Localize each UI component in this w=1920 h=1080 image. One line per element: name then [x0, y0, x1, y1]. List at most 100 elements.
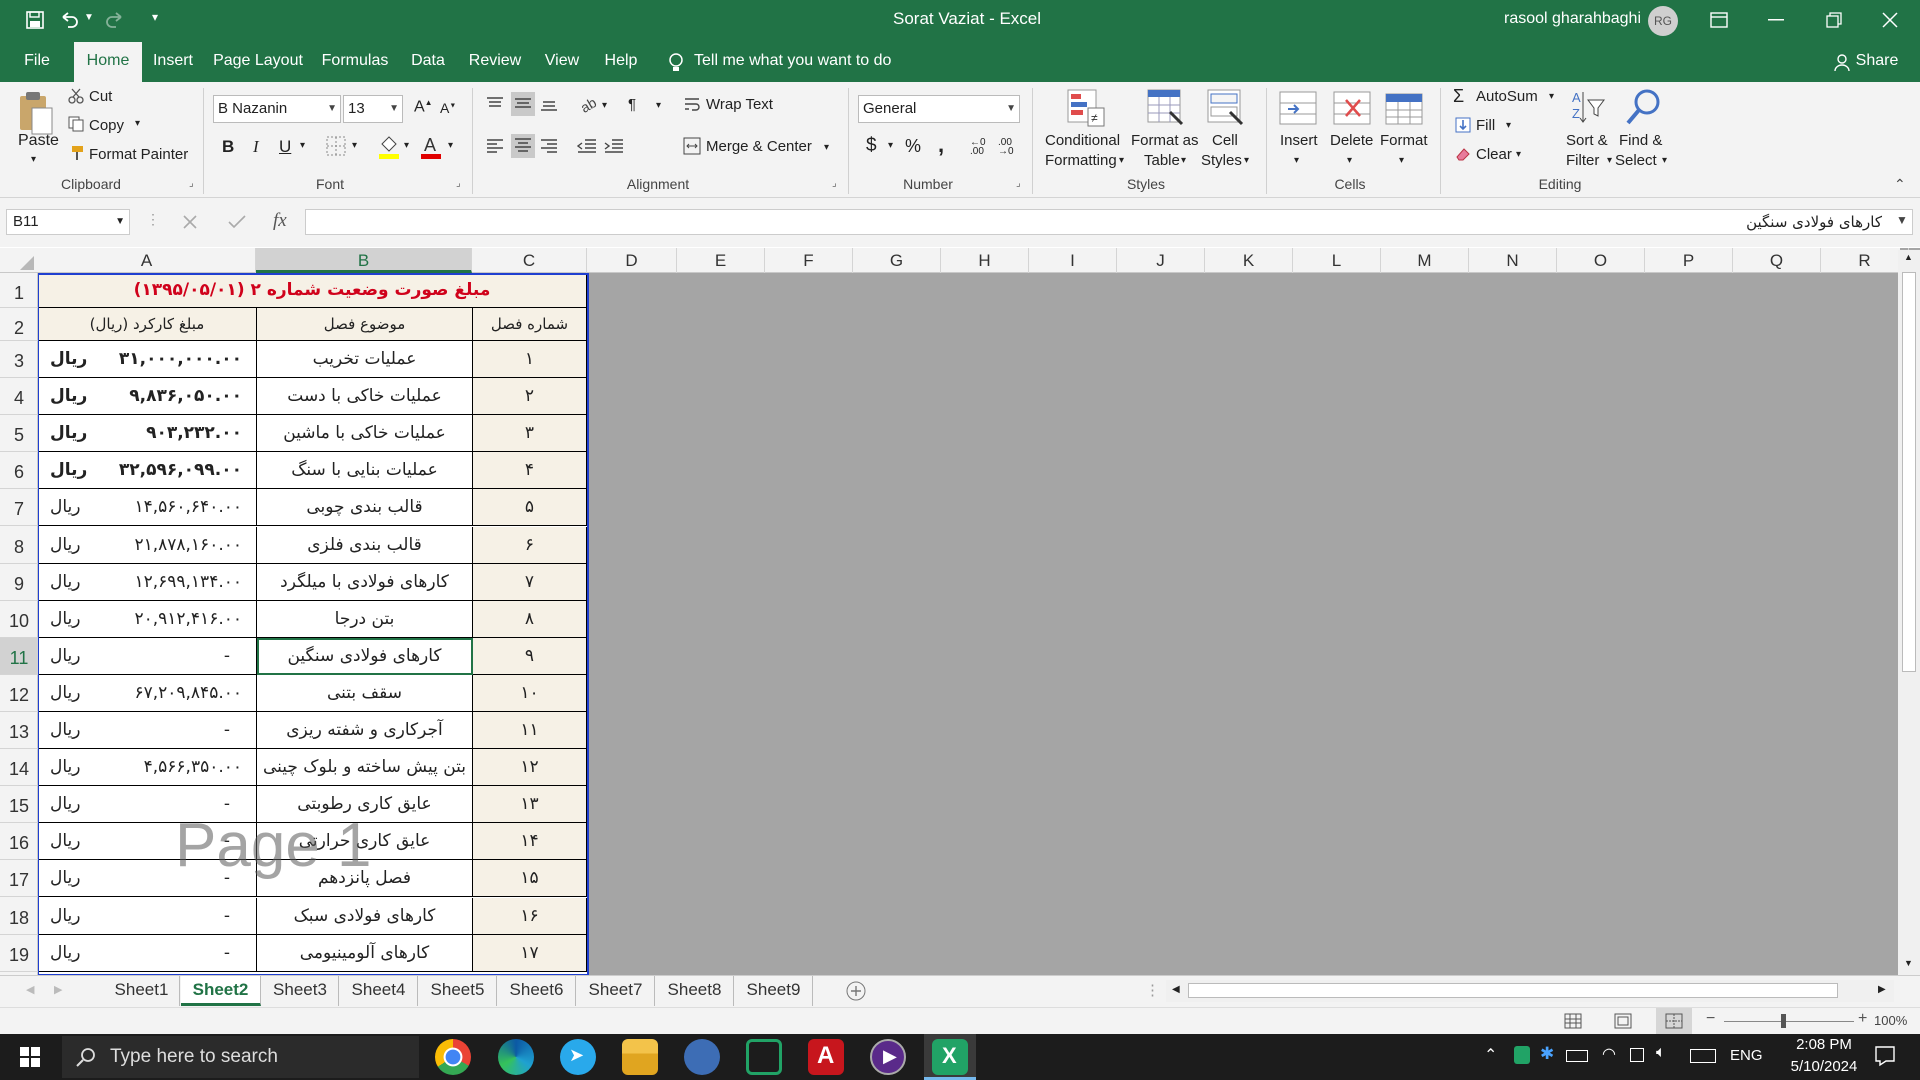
- subject-cell[interactable]: بتن درجا: [257, 600, 473, 638]
- sheet-tab-4[interactable]: Sheet4: [340, 976, 418, 1006]
- format-painter-button[interactable]: Format Painter: [89, 146, 188, 163]
- share-icon[interactable]: [1834, 54, 1850, 72]
- column-header-e[interactable]: E: [677, 248, 765, 273]
- excel-icon[interactable]: X: [932, 1039, 968, 1075]
- cut-icon[interactable]: [68, 88, 84, 104]
- cut-button[interactable]: Cut: [89, 88, 112, 105]
- cell-styles-label-2[interactable]: Styles: [1201, 152, 1242, 169]
- insert-cells-icon[interactable]: [1278, 90, 1318, 126]
- amount-cell[interactable]: ریال -: [38, 637, 257, 675]
- column-header-r[interactable]: R: [1821, 248, 1909, 273]
- row-header-9[interactable]: 9: [0, 564, 38, 601]
- tab-insert[interactable]: Insert: [150, 42, 196, 82]
- row-header-2[interactable]: 2: [0, 308, 38, 341]
- amount-cell[interactable]: ریال ۶۷,۲۰۹,۸۴۵.۰۰: [38, 674, 257, 712]
- subject-cell[interactable]: بتن پیش ساخته و بلوک چینی: [257, 749, 473, 787]
- wrap-text-icon[interactable]: [684, 96, 700, 112]
- delete-cells-dropdown-icon[interactable]: ▾: [1347, 155, 1352, 166]
- restore-icon[interactable]: [1826, 12, 1842, 28]
- increase-indent-icon[interactable]: [604, 138, 624, 154]
- clear-dropdown-icon[interactable]: ▾: [1516, 149, 1521, 160]
- row-header-4[interactable]: 4: [0, 378, 38, 416]
- customize-toolbar-icon[interactable]: ▾: [152, 10, 158, 24]
- sheet-tab-9[interactable]: Sheet9: [735, 976, 813, 1006]
- subject-cell[interactable]: عملیات بنایی با سنگ: [257, 452, 473, 490]
- page-break-view-button[interactable]: [1656, 1008, 1692, 1034]
- app-icon[interactable]: [684, 1039, 720, 1075]
- header-subject[interactable]: موضوع فصل: [257, 308, 473, 341]
- amount-cell[interactable]: ریال ۲۰,۹۱۲,۴۱۶.۰۰: [38, 600, 257, 638]
- row-header-12[interactable]: 12: [0, 675, 38, 712]
- column-header-f[interactable]: F: [765, 248, 853, 273]
- italic-button[interactable]: I: [253, 137, 259, 157]
- amount-cell[interactable]: ریال -: [38, 934, 257, 972]
- decrease-decimal-icon[interactable]: .00 →0: [998, 138, 1014, 157]
- notifications-icon[interactable]: [1874, 1045, 1896, 1067]
- zoom-in-icon[interactable]: +: [1858, 1010, 1867, 1028]
- fill-icon[interactable]: [1455, 117, 1471, 133]
- number-cell[interactable]: ۳: [473, 415, 587, 453]
- clipboard-launcher-icon[interactable]: ⌟: [189, 178, 194, 189]
- row-header-14[interactable]: 14: [0, 749, 38, 787]
- avatar[interactable]: RG: [1648, 6, 1678, 36]
- security-tray-icon[interactable]: [1514, 1046, 1530, 1064]
- number-cell[interactable]: ۸: [473, 600, 587, 638]
- sheet-tab-7[interactable]: Sheet7: [577, 976, 655, 1006]
- scroll-tabs-left-icon[interactable]: ◀: [26, 983, 34, 996]
- subject-cell[interactable]: قالب بندی چوبی: [257, 489, 473, 527]
- format-as-table-button[interactable]: Format as: [1131, 132, 1199, 149]
- align-center-icon[interactable]: [511, 134, 535, 158]
- wrap-text-button[interactable]: Wrap Text: [706, 96, 773, 113]
- number-cell[interactable]: ۵: [473, 489, 587, 527]
- column-header-n[interactable]: N: [1469, 248, 1557, 273]
- tab-formulas[interactable]: Formulas: [318, 42, 392, 82]
- font-color-icon[interactable]: A: [420, 134, 442, 160]
- column-header-o[interactable]: O: [1557, 248, 1645, 273]
- font-size-combobox[interactable]: 13 ▼: [343, 95, 403, 123]
- align-left-icon[interactable]: [486, 138, 504, 154]
- subject-cell[interactable]: آجرکاری و شفته ریزی: [257, 712, 473, 750]
- decrease-indent-icon[interactable]: [577, 138, 597, 154]
- amount-cell[interactable]: ریال ۴,۵۶۶,۳۵۰.۰۰: [38, 749, 257, 787]
- row-header-6[interactable]: 6: [0, 452, 38, 490]
- amount-cell[interactable]: ریال ۱۴,۵۶۰,۶۴۰.۰۰: [38, 489, 257, 527]
- subject-cell[interactable]: کارهای فولادی سبک: [257, 897, 473, 935]
- cell-styles-button[interactable]: Cell: [1212, 132, 1238, 149]
- column-header-j[interactable]: J: [1117, 248, 1205, 273]
- row-header-3[interactable]: 3: [0, 341, 38, 379]
- clock-date[interactable]: 5/10/2024: [1778, 1058, 1870, 1075]
- horizontal-scrollbar[interactable]: ◀ ▶: [1166, 980, 1894, 1002]
- sort-filter-button[interactable]: Sort &: [1566, 132, 1608, 149]
- column-header-c[interactable]: C: [472, 248, 587, 273]
- number-cell[interactable]: ۱۳: [473, 786, 587, 824]
- find-select-dropdown-icon[interactable]: ▾: [1662, 155, 1667, 166]
- number-launcher-icon[interactable]: ⌟: [1016, 178, 1021, 189]
- undo-dropdown-icon[interactable]: ▼: [84, 12, 94, 23]
- increase-font-size-icon[interactable]: A▲: [414, 98, 433, 116]
- wifi-icon[interactable]: ◠: [1602, 1044, 1616, 1064]
- minimize-icon[interactable]: [1768, 19, 1784, 21]
- conditional-dropdown-icon[interactable]: ▾: [1119, 155, 1124, 166]
- copy-button[interactable]: Copy: [89, 117, 124, 134]
- orientation-icon[interactable]: ab: [578, 94, 598, 114]
- cancel-entry-icon[interactable]: [183, 215, 197, 229]
- column-header-g[interactable]: G: [853, 248, 941, 273]
- number-cell[interactable]: ۲: [473, 378, 587, 416]
- merge-dropdown-icon[interactable]: ▾: [824, 142, 829, 153]
- number-cell[interactable]: ۴: [473, 452, 587, 490]
- conditional-formatting-label-2[interactable]: Formatting: [1045, 152, 1117, 169]
- row-header-1[interactable]: 1: [0, 273, 38, 308]
- number-cell[interactable]: ۱۴: [473, 823, 587, 861]
- sort-filter-label-2[interactable]: Filter: [1566, 152, 1599, 169]
- orientation-dropdown-icon[interactable]: ▾: [602, 100, 607, 111]
- edge-icon[interactable]: [498, 1039, 534, 1075]
- amount-cell[interactable]: ریال -: [38, 897, 257, 935]
- delete-cells-icon[interactable]: [1332, 90, 1372, 126]
- fill-dropdown-icon[interactable]: ▾: [1506, 120, 1511, 131]
- sheet-tab-1[interactable]: Sheet1: [104, 976, 180, 1006]
- copy-icon[interactable]: [68, 116, 84, 132]
- keyboard-icon[interactable]: [1690, 1049, 1716, 1063]
- borders-icon[interactable]: [326, 136, 346, 156]
- format-cells-button[interactable]: Format: [1380, 132, 1428, 149]
- column-header-l[interactable]: L: [1293, 248, 1381, 273]
